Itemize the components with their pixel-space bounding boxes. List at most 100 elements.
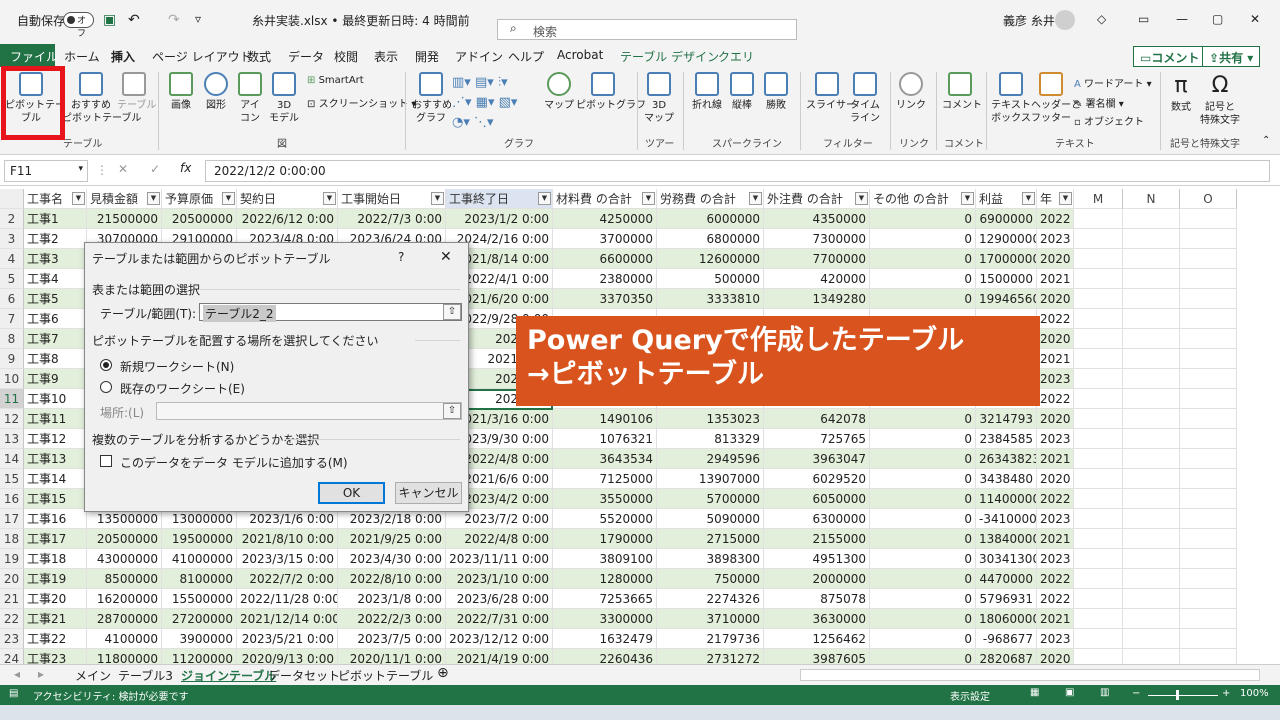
textbox-button[interactable]: テキスト ボックス [991, 72, 1031, 125]
table-cell[interactable]: -3410000 [976, 509, 1037, 529]
empty-cell[interactable] [1180, 429, 1237, 449]
smartart-button[interactable]: ⊞ SmartArt [307, 75, 364, 86]
table-cell[interactable]: 2022/7/31 0:00 [446, 609, 553, 629]
table-cell[interactable]: 2020 [1037, 649, 1074, 664]
table-cell[interactable]: 2022/2/3 0:00 [338, 609, 446, 629]
map-button[interactable]: マップ [543, 72, 575, 112]
table-cell[interactable]: 6600000 [553, 249, 657, 269]
table-cell[interactable]: 3710000 [657, 609, 764, 629]
table-cell[interactable]: 7125000 [553, 469, 657, 489]
empty-cell[interactable] [1074, 409, 1123, 429]
table-cell[interactable]: 工事21 [24, 609, 87, 629]
table-cell[interactable]: 7253665 [553, 589, 657, 609]
tab-formulas[interactable]: 数式 [247, 48, 271, 65]
row-header[interactable]: 4 [0, 249, 24, 269]
minimize-icon[interactable]: — [1176, 12, 1188, 26]
row-header[interactable]: 11 [0, 389, 24, 409]
table-cell[interactable]: 2023 [1037, 509, 1074, 529]
pivot-chart-button[interactable]: ピボットグラフ [576, 72, 646, 112]
table-cell[interactable]: 2021 [1037, 529, 1074, 549]
empty-cell[interactable] [1074, 349, 1123, 369]
row-header[interactable]: 13 [0, 429, 24, 449]
empty-cell[interactable] [1123, 209, 1180, 229]
table-cell[interactable]: 工事23 [24, 649, 87, 664]
empty-cell[interactable] [1074, 269, 1123, 289]
table-cell[interactable]: 7700000 [764, 249, 870, 269]
empty-cell[interactable] [1180, 569, 1237, 589]
existing-sheet-radio[interactable] [100, 381, 112, 393]
table-cell[interactable]: 0 [870, 269, 976, 289]
empty-cell[interactable] [1180, 589, 1237, 609]
table-cell[interactable]: 2000000 [764, 569, 870, 589]
empty-cell[interactable] [1180, 409, 1237, 429]
wordart-button[interactable]: A ワードアート ▾ [1074, 75, 1152, 90]
tab-view[interactable]: 表示 [374, 48, 398, 65]
empty-cell[interactable] [1123, 229, 1180, 249]
table-header-cell[interactable]: 契約日 ▼ [237, 189, 338, 209]
ribbon-display-icon[interactable]: ▭ [1138, 12, 1149, 26]
tab-help[interactable]: ヘルプ [508, 48, 544, 65]
table-cell[interactable]: 1500000 [976, 269, 1037, 289]
slicer-button[interactable]: スライサー [806, 72, 856, 112]
empty-cell[interactable] [1180, 369, 1237, 389]
table-cell[interactable]: 8100000 [162, 569, 237, 589]
table-cell[interactable]: 21500000 [87, 209, 162, 229]
undo-icon[interactable]: ↶ [128, 12, 140, 28]
row-header[interactable]: 20 [0, 569, 24, 589]
table-cell[interactable]: 0 [870, 229, 976, 249]
table-cell[interactable]: 3900000 [162, 629, 237, 649]
empty-cell[interactable] [1074, 469, 1123, 489]
table-cell[interactable]: 2949596 [657, 449, 764, 469]
table-cell[interactable]: 2021/4/19 0:00 [446, 649, 553, 664]
table-cell[interactable]: 500000 [657, 269, 764, 289]
table-cell[interactable]: 2820687 [976, 649, 1037, 664]
table-cell[interactable]: 2023/11/11 0:00 [446, 549, 553, 569]
table-cell[interactable]: 27200000 [162, 609, 237, 629]
file-title[interactable]: 糸井実装.xlsx • 最終更新日時: 4 時間前 [252, 12, 470, 29]
table-cell[interactable]: 2023 [1037, 629, 1074, 649]
table-cell[interactable]: 2021 [1037, 609, 1074, 629]
sheet-tab-dataset[interactable]: データセット [268, 667, 340, 684]
empty-cell[interactable] [1180, 329, 1237, 349]
empty-cell[interactable] [1074, 489, 1123, 509]
table-cell[interactable]: 2022 [1037, 309, 1074, 329]
sparkline-line-button[interactable]: 折れ線 [690, 72, 724, 112]
empty-cell[interactable] [1074, 329, 1123, 349]
empty-cell[interactable] [1180, 249, 1237, 269]
prev-sheet-icon[interactable]: ◂ [14, 667, 20, 681]
chart-type-icons-row2[interactable]: ⋰▾ ▦▾ ▧▾ [452, 95, 517, 110]
table-cell[interactable]: 26343823 [976, 449, 1037, 469]
table-cell[interactable]: 0 [870, 469, 976, 489]
table-cell[interactable]: 2023/1/10 0:00 [446, 569, 553, 589]
row-header[interactable]: 14 [0, 449, 24, 469]
table-cell[interactable]: 0 [870, 589, 976, 609]
table-cell[interactable]: 2022/4/8 0:00 [446, 529, 553, 549]
table-cell[interactable]: 工事18 [24, 549, 87, 569]
table-cell[interactable]: 3214793 [976, 409, 1037, 429]
table-cell[interactable]: 2022 [1037, 489, 1074, 509]
tab-query[interactable]: クエリ [718, 48, 754, 65]
table-cell[interactable]: 28700000 [87, 609, 162, 629]
empty-cell[interactable] [1180, 609, 1237, 629]
filter-dropdown-icon[interactable]: ▼ [147, 192, 160, 205]
tab-acrobat[interactable]: Acrobat [557, 48, 603, 62]
table-cell[interactable]: 0 [870, 549, 976, 569]
table-cell[interactable]: 642078 [764, 409, 870, 429]
table-cell[interactable]: 3333810 [657, 289, 764, 309]
table-cell[interactable]: 13907000 [657, 469, 764, 489]
row-header[interactable]: 18 [0, 529, 24, 549]
cancel-button[interactable]: キャンセル [395, 482, 462, 504]
page-layout-icon[interactable]: ▣ [1065, 687, 1074, 698]
table-cell[interactable]: 2022 [1037, 589, 1074, 609]
empty-cell[interactable] [1180, 629, 1237, 649]
table-cell[interactable]: 工事22 [24, 629, 87, 649]
shapes-button[interactable]: 図形 [201, 72, 231, 112]
table-cell[interactable]: 2021/8/10 0:00 [237, 529, 338, 549]
table-cell[interactable]: 2021/9/25 0:00 [338, 529, 446, 549]
table-cell[interactable]: 5796931 [976, 589, 1037, 609]
table-cell[interactable]: 2020 [1037, 249, 1074, 269]
sparkline-column-button[interactable]: 縦棒 [727, 72, 757, 112]
empty-cell[interactable] [1074, 569, 1123, 589]
signature-button[interactable]: ✎ 署名欄 ▾ [1074, 95, 1124, 110]
empty-cell[interactable] [1074, 609, 1123, 629]
